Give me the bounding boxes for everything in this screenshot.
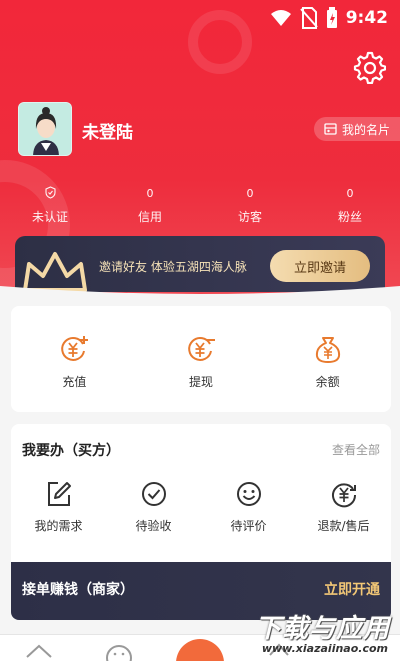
order-label: 我的需求 (34, 519, 83, 533)
refund-icon (331, 483, 356, 508)
messages-tab-icon[interactable] (104, 641, 134, 661)
username[interactable]: 未登陆 (82, 118, 133, 143)
avatar[interactable] (18, 102, 72, 156)
watermark-url: www.xiazaiinao.com (261, 642, 388, 655)
stat-label: 访客 (237, 210, 262, 224)
my-card-button[interactable]: 我的名片 (313, 117, 400, 141)
pending-acceptance-button[interactable]: 待验收 (106, 480, 201, 534)
no-sim-icon (300, 7, 318, 29)
stat-label: 未认证 (31, 210, 68, 224)
smile-icon (236, 482, 261, 506)
stat-label: 信用 (137, 210, 162, 224)
wallet-label: 余额 (315, 375, 340, 389)
wave-divider (0, 286, 400, 300)
edit-icon (47, 482, 71, 506)
order-label: 待验收 (135, 519, 172, 533)
publish-tab-button[interactable] (176, 639, 224, 661)
wallet-label: 充值 (62, 375, 87, 389)
pending-review-button[interactable]: 待评价 (201, 480, 296, 534)
wallet-label: 提现 (189, 375, 214, 389)
balance-icon (315, 337, 340, 363)
withdraw-button[interactable]: 提现 (138, 306, 265, 412)
buyer-orders-panel: 我要办（买方） 查看全部 我的需求 待验收 待评价 退款/售后 (11, 424, 391, 564)
balance-button[interactable]: 余额 (264, 306, 391, 412)
status-time: 9:42 (345, 8, 388, 28)
stat-verification[interactable]: 未认证 (0, 186, 100, 225)
stats-row: 未认证 0 信用 0 访客 0 粉丝 (0, 186, 400, 225)
status-bar: 9:42 (0, 0, 400, 36)
recharge-icon (61, 336, 89, 361)
invite-text: 邀请好友 体验五湖四海人脉 (99, 260, 247, 274)
open-merchant-button[interactable]: 立即开通 (324, 579, 380, 599)
settings-gear-icon[interactable] (352, 50, 386, 84)
wallet-panel: 充值 提现 余额 (11, 306, 391, 412)
stat-visitors[interactable]: 0 访客 (200, 186, 300, 225)
my-requests-button[interactable]: 我的需求 (11, 480, 106, 534)
battery-icon (327, 7, 337, 28)
avatar-girl-icon (19, 103, 71, 155)
refund-button[interactable]: 退款/售后 (296, 480, 391, 534)
order-label: 退款/售后 (317, 519, 370, 533)
stat-value: 0 (146, 187, 154, 200)
stat-label: 粉丝 (337, 210, 362, 224)
watermark: 下载与应用 www.xiazaiinao.com (234, 608, 394, 658)
home-tab-icon[interactable] (24, 641, 54, 661)
order-label: 待评价 (230, 519, 267, 533)
my-card-label: 我的名片 (341, 122, 390, 137)
shield-icon (44, 186, 56, 199)
section-title: 我要办（买方） (22, 443, 120, 459)
wifi-icon (271, 10, 291, 26)
check-circle-icon (141, 482, 166, 506)
merchant-title: 接单赚钱（商家） (22, 582, 134, 598)
stat-value: 0 (346, 187, 354, 200)
watermark-title: 下载与应用 (254, 614, 390, 644)
view-all-link[interactable]: 查看全部 (332, 441, 380, 458)
withdraw-icon (188, 337, 215, 361)
stat-value: 0 (246, 187, 254, 200)
stat-credit[interactable]: 0 信用 (100, 186, 200, 225)
recharge-button[interactable]: 充值 (11, 306, 138, 412)
stat-fans[interactable]: 0 粉丝 (300, 186, 400, 225)
card-icon (324, 123, 337, 135)
